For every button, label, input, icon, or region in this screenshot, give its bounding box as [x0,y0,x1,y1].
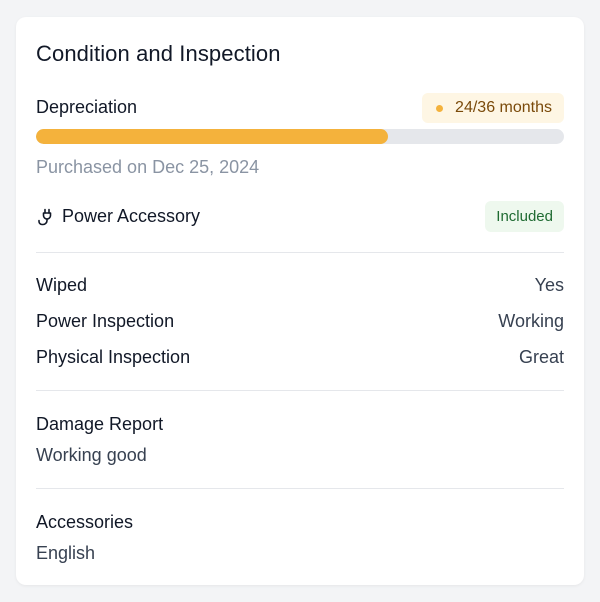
depreciation-months: 24/36 months [455,99,552,116]
divider [36,488,564,489]
depreciation-progress-fill [36,129,389,144]
inspection-key: Wiped [36,275,88,295]
power-accessory-label: Power Accessory [62,206,201,226]
condition-inspection-card: Condition and Inspection Depreciation 24… [16,17,584,585]
divider [36,390,564,391]
divider [36,252,564,253]
inspection-key: Physical Inspection [36,347,191,367]
inspection-value: Yes [534,275,564,295]
power-accessory-label-group: Power Accessory [36,206,200,227]
inspection-row-wiped: Wiped Yes [36,275,564,299]
inspection-row-physical: Physical Inspection Great [36,347,564,371]
inspection-value: Working [498,311,564,331]
accessories-heading: Accessories [36,512,134,532]
depreciation-label: Depreciation [36,97,138,117]
depreciation-badge: 24/36 months [422,93,564,123]
card-title: Condition and Inspection [36,41,281,66]
inspection-key: Power Inspection [36,311,175,331]
included-badge: Included [485,201,564,232]
inspection-value: Great [518,347,564,367]
depreciation-progress-bar [36,129,564,144]
plug-icon [36,207,56,227]
damage-report-heading: Damage Report [36,414,164,434]
power-accessory-row: Power Accessory Included [36,201,564,233]
accessories-value: English [36,543,96,563]
depreciation-row: Depreciation 24/36 months [36,93,564,125]
status-dot-icon [436,104,444,112]
purchase-date: Purchased on Dec 25, 2024 [36,157,260,177]
inspection-row-power: Power Inspection Working [36,311,564,335]
damage-report-value: Working good [36,445,147,465]
